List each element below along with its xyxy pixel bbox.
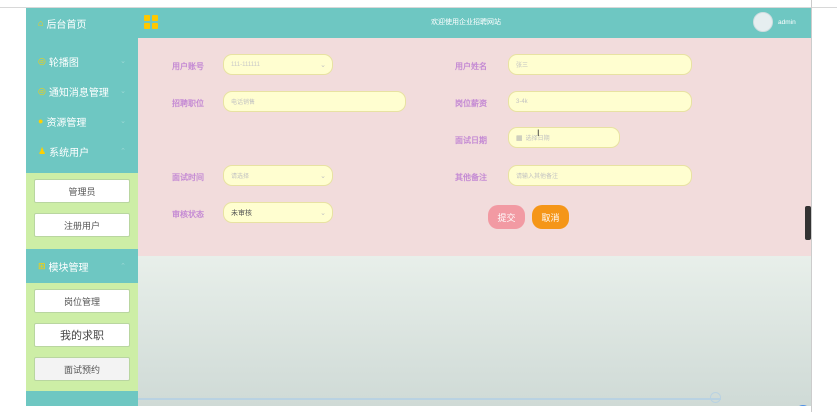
- user-icon: ♟: [38, 145, 47, 156]
- remark-field[interactable]: 请输入其他备注: [508, 165, 692, 186]
- account-value: 111-111111: [231, 61, 260, 68]
- module-icon: ⊞: [38, 260, 46, 271]
- grid-logo-icon[interactable]: [144, 15, 158, 29]
- sidebar: ◎ 轮播图 ⌄ ◎ 通知消息管理 ⌄ ● 资源管理 ⌄ ♟ 系统用户 ⌃ 管理员…: [26, 38, 138, 406]
- submenu-item-my-applications[interactable]: 我的求职: [34, 323, 130, 347]
- window-top-border: [0, 0, 837, 8]
- chevron-down-icon: ⌄: [320, 62, 326, 69]
- content-background: [138, 256, 811, 406]
- time-placeholder: 请选择: [231, 174, 250, 180]
- chevron-down-icon: ⌄: [120, 58, 126, 65]
- sidebar-item-modules[interactable]: ⊞ 模块管理 ⌃: [26, 251, 138, 281]
- sidebar-item-system-users[interactable]: ♟ 系统用户 ⌃: [26, 136, 138, 166]
- text-cursor-icon: I: [537, 128, 540, 138]
- interview-time-label: 面试时间: [172, 173, 204, 182]
- salary-placeholder: 3-4k: [516, 98, 528, 105]
- calendar-icon: ▦: [516, 134, 523, 142]
- position-label: 招聘职位: [172, 99, 204, 108]
- home-icon: ⌂: [38, 18, 44, 28]
- bottom-slider-track[interactable]: [138, 398, 721, 400]
- top-header: ⌂ 后台首页 欢迎使用企业招聘网站 admin: [26, 8, 811, 38]
- system-users-submenu: 管理员 注册用户: [26, 173, 138, 249]
- interview-form-panel: 用户账号 111-111111 ⌄ 用户姓名 张三 招聘职位 电话销售 岗位薪资…: [138, 38, 811, 256]
- username-label: 用户姓名: [455, 62, 487, 71]
- app-frame: ⌂ 后台首页 欢迎使用企业招聘网站 admin ◎ 轮播图 ⌄ ◎ 通知消息管理…: [26, 8, 811, 406]
- image-icon: ◎: [38, 55, 46, 66]
- side-drawer-handle[interactable]: [805, 206, 811, 240]
- username-field[interactable]: 张三: [508, 54, 692, 75]
- sidebar-item-carousel[interactable]: ◎ 轮播图 ⌄: [26, 46, 138, 76]
- sidebar-item-notifications[interactable]: ◎ 通知消息管理 ⌄: [26, 76, 138, 106]
- sidebar-item-label: 模块管理: [48, 262, 89, 274]
- home-label: 后台首页: [46, 19, 87, 31]
- cancel-button[interactable]: 取消: [532, 205, 569, 229]
- position-placeholder: 电话销售: [231, 100, 256, 106]
- folder-icon: ●: [38, 116, 44, 126]
- submenu-item-interview-bookings[interactable]: 面试预约: [34, 357, 130, 381]
- interview-date-picker[interactable]: ▦ 选择日期: [508, 127, 620, 148]
- window-right-border: [811, 0, 812, 412]
- remark-placeholder: 请输入其他备注: [516, 174, 559, 180]
- remark-label: 其他备注: [455, 173, 487, 182]
- home-link[interactable]: ⌂ 后台首页: [26, 8, 138, 38]
- account-label: 用户账号: [172, 62, 204, 71]
- sidebar-item-resources[interactable]: ● 资源管理 ⌄: [26, 106, 138, 136]
- submenu-item-admin[interactable]: 管理员: [34, 179, 130, 203]
- avatar[interactable]: [753, 12, 773, 32]
- interview-time-select[interactable]: 请选择 ⌄: [223, 165, 333, 186]
- welcome-text: 欢迎使用企业招聘网站: [431, 19, 501, 26]
- bell-icon: ◎: [38, 85, 46, 96]
- submenu-item-registered-users[interactable]: 注册用户: [34, 213, 130, 237]
- sidebar-item-label: 系统用户: [49, 147, 90, 159]
- salary-label: 岗位薪资: [455, 99, 487, 108]
- chevron-down-icon: ⌄: [320, 173, 326, 180]
- submit-button[interactable]: 提交: [488, 205, 525, 229]
- sidebar-item-label: 通知消息管理: [48, 87, 109, 99]
- chevron-up-icon: ⌃: [120, 148, 126, 155]
- salary-field[interactable]: 3-4k: [508, 91, 692, 112]
- chevron-down-icon: ⌄: [120, 88, 126, 95]
- chevron-up-icon: ⌃: [120, 263, 126, 270]
- modules-submenu: 岗位管理 我的求职 面试预约: [26, 283, 138, 391]
- chevron-down-icon: ⌄: [320, 210, 326, 217]
- account-select[interactable]: 111-111111 ⌄: [223, 54, 333, 75]
- review-status-label: 审核状态: [172, 210, 204, 219]
- username-label[interactable]: admin: [778, 19, 796, 26]
- sidebar-item-label: 轮播图: [48, 57, 79, 69]
- interview-date-label: 面试日期: [455, 136, 487, 145]
- sidebar-item-label: 资源管理: [46, 117, 87, 129]
- review-status-select[interactable]: 未审核 ⌄: [223, 202, 333, 223]
- username-placeholder: 张三: [516, 63, 529, 69]
- bottom-slider-handle[interactable]: [710, 392, 721, 403]
- status-value: 未审核: [231, 209, 252, 217]
- position-field[interactable]: 电话销售: [223, 91, 406, 112]
- submenu-item-positions[interactable]: 岗位管理: [34, 289, 130, 313]
- chevron-down-icon: ⌄: [120, 118, 126, 125]
